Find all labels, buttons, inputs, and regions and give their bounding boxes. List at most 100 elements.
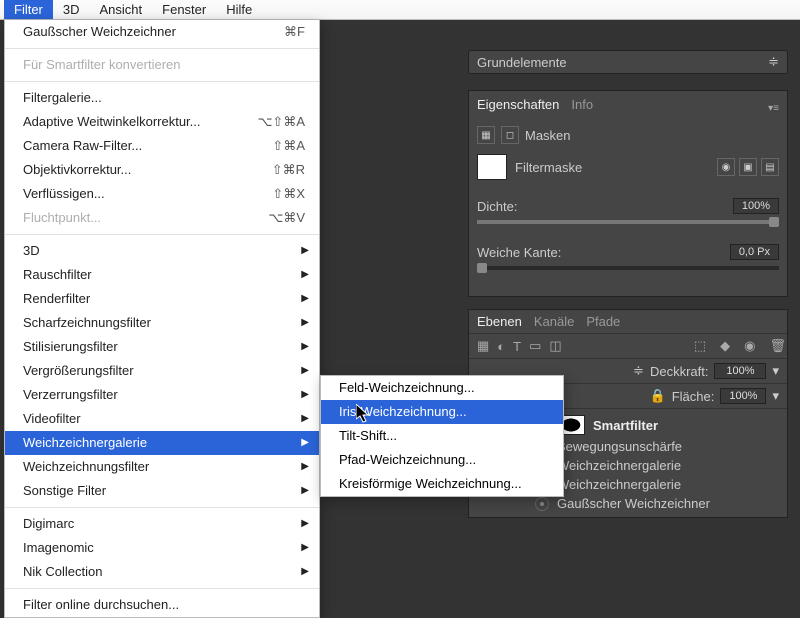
menu-filter[interactable]: Filter — [4, 0, 53, 19]
submenu-weichzeichnung[interactable]: Weichzeichnungsfilter▶ — [5, 455, 319, 479]
submenu-3d[interactable]: 3D▶ — [5, 239, 319, 263]
menu-label: Fluchtpunkt... — [23, 209, 101, 227]
chevron-icon: ≑ — [633, 363, 644, 379]
filter-entry[interactable]: Weichzeichnergalerie — [529, 456, 787, 475]
filter-entry[interactable]: Gaußscher Weichzeichner — [529, 494, 787, 513]
submenu-arrow-icon: ▶ — [301, 266, 309, 284]
separator — [5, 48, 319, 49]
menu-filter-online[interactable]: Filter online durchsuchen... — [5, 593, 319, 617]
menu-filtergalerie[interactable]: Filtergalerie... — [5, 86, 319, 110]
submenu-arrow-icon: ▶ — [301, 338, 309, 356]
submenu-renderfilter[interactable]: Renderfilter▶ — [5, 287, 319, 311]
submenu-nik[interactable]: Nik Collection▶ — [5, 560, 319, 584]
shortcut: ⌥⌘V — [268, 209, 305, 227]
filter-name: Weichzeichnergalerie — [557, 458, 681, 473]
tab-ebenen[interactable]: Ebenen — [477, 314, 522, 329]
menu-label: Verzerrungsfilter — [23, 386, 118, 404]
menu-label: Für Smartfilter konvertieren — [23, 56, 181, 74]
trash-icon[interactable]: 🗑 — [769, 338, 786, 354]
mask-thumbnail[interactable] — [477, 154, 507, 180]
submenu-stil[interactable]: Stilisierungsfilter▶ — [5, 335, 319, 359]
menu-objektiv[interactable]: Objektivkorrektur...⇧⌘R — [5, 158, 319, 182]
filter-shape-icon[interactable]: ▭ — [529, 338, 541, 354]
menu-label: Filtergalerie... — [23, 89, 102, 107]
feather-value[interactable]: 0,0 Px — [730, 244, 779, 260]
submenu-arrow-icon: ▶ — [301, 482, 309, 500]
submenu-sonstige[interactable]: Sonstige Filter ▶ — [5, 479, 319, 503]
filter-entry[interactable]: Weichzeichnergalerie — [529, 475, 787, 494]
opacity-label: Deckkraft: — [650, 364, 709, 379]
tab-kanaele[interactable]: Kanäle — [534, 314, 574, 329]
menu-label: Weichzeichnergalerie — [23, 434, 147, 452]
filter-entry[interactable]: Bewegungsunschärfe — [529, 437, 787, 456]
filtermask-row: Filtermaske ◉ ▣ ▤ — [477, 154, 779, 180]
submenu-verzerr[interactable]: Verzerrungsfilter▶ — [5, 383, 319, 407]
menu-fenster[interactable]: Fenster — [152, 0, 216, 19]
density-row: Dichte: 100% — [477, 198, 779, 214]
menu-label: Sonstige Filter — [23, 482, 106, 500]
filtermaske-label: Filtermaske — [515, 160, 582, 175]
submenu-kreis[interactable]: Kreisförmige Weichzeichnung... — [321, 472, 563, 496]
add-mask-icon[interactable]: ▣ — [739, 158, 757, 176]
menu-camera-raw[interactable]: Camera Raw-Filter...⇧⌘A — [5, 134, 319, 158]
toggle-icon[interactable]: ◉ — [744, 338, 755, 354]
menu-label: Imagenomic — [23, 539, 94, 557]
submenu-pfad[interactable]: Pfad-Weichzeichnung... — [321, 448, 563, 472]
filter-type-icon[interactable]: T — [513, 339, 521, 354]
submenu-digimarc[interactable]: Digimarc▶ — [5, 512, 319, 536]
density-value[interactable]: 100% — [733, 198, 779, 214]
submenu-weichzeichnergalerie[interactable]: Weichzeichnergalerie▶ — [5, 431, 319, 455]
preset-dropdown[interactable]: Grundelemente ≑ — [468, 50, 788, 74]
masken-row: ▦ ◻ Masken — [477, 126, 779, 144]
submenu-feld[interactable]: Feld-Weichzeichnung... — [321, 376, 563, 400]
density-slider[interactable] — [477, 220, 779, 224]
menu-last-filter[interactable]: Gaußscher Weichzeichner ⌘F — [5, 20, 319, 44]
load-icon[interactable]: ⬚ — [694, 338, 706, 354]
menu-label: Filter online durchsuchen... — [23, 596, 179, 614]
menu-label: 3D — [23, 242, 40, 260]
filter-dropdown: Gaußscher Weichzeichner ⌘F Für Smartfilt… — [4, 20, 320, 618]
slider-thumb[interactable] — [477, 263, 487, 273]
menu-ansicht[interactable]: Ansicht — [90, 0, 153, 19]
eye-icon[interactable]: ◉ — [717, 158, 735, 176]
smartfilter-header[interactable]: Smartfilter — [529, 413, 787, 437]
apply-icon[interactable]: ◆ — [720, 338, 730, 354]
menu-verfluessigen[interactable]: Verflüssigen...⇧⌘X — [5, 182, 319, 206]
tab-pfade[interactable]: Pfade — [586, 314, 620, 329]
feather-label: Weiche Kante: — [477, 245, 561, 260]
menu-hilfe[interactable]: Hilfe — [216, 0, 262, 19]
tab-eigenschaften[interactable]: Eigenschaften — [477, 97, 559, 112]
submenu-iris[interactable]: Iris-Weichzeichnung... — [321, 400, 563, 424]
shortcut: ⌥⇧⌘A — [257, 113, 305, 131]
menu-adaptive[interactable]: Adaptive Weitwinkelkorrektur...⌥⇧⌘A — [5, 110, 319, 134]
chevron-down-icon[interactable]: ▾ — [772, 363, 779, 379]
fill-label: Fläche: — [672, 389, 715, 404]
menu-3d[interactable]: 3D — [53, 0, 90, 19]
fill-value[interactable]: 100% — [720, 388, 766, 404]
submenu-arrow-icon: ▶ — [301, 362, 309, 380]
visibility-icon[interactable] — [535, 497, 549, 511]
apply-mask-icon[interactable]: ▤ — [761, 158, 779, 176]
submenu-imagenomic[interactable]: Imagenomic▶ — [5, 536, 319, 560]
submenu-rauschfilter[interactable]: Rauschfilter▶ — [5, 263, 319, 287]
separator — [5, 588, 319, 589]
lock-icon[interactable]: 🔒 — [650, 388, 666, 404]
slider-thumb[interactable] — [769, 217, 779, 227]
properties-panel: Eigenschaften Info ▾≡ ▦ ◻ Masken Filterm… — [468, 90, 788, 297]
submenu-scharf[interactable]: Scharfzeichnungsfilter▶ — [5, 311, 319, 335]
menu-label: Nik Collection — [23, 563, 102, 581]
preset-label: Grundelemente — [477, 55, 768, 70]
submenu-arrow-icon: ▶ — [301, 290, 309, 308]
submenu-video[interactable]: Videofilter▶ — [5, 407, 319, 431]
filter-pixel-icon[interactable]: ▦ — [477, 338, 489, 354]
submenu-vergroesser[interactable]: Vergrößerungsfilter▶ — [5, 359, 319, 383]
chevron-down-icon[interactable]: ▾ — [772, 388, 779, 404]
opacity-value[interactable]: 100% — [714, 363, 766, 379]
feather-slider[interactable] — [477, 266, 779, 270]
filter-adjust-icon[interactable]: ◐ — [497, 339, 505, 354]
panel-menu-icon[interactable]: ▾≡ — [768, 103, 779, 114]
submenu-tilt[interactable]: Tilt-Shift... — [321, 424, 563, 448]
filter-smart-icon[interactable]: ◫ — [549, 338, 561, 354]
shortcut: ⇧⌘R — [272, 161, 305, 179]
tab-info[interactable]: Info — [571, 97, 593, 112]
